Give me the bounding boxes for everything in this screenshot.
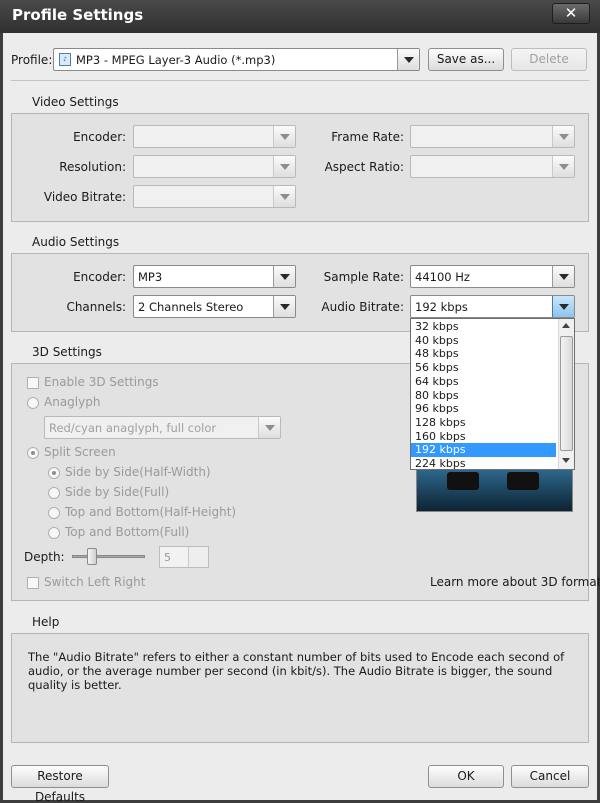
preview-shape (447, 472, 479, 490)
sample-rate-label: Sample Rate: (323, 270, 404, 284)
top-half-label: Top and Bottom(Half-Height) (65, 505, 237, 519)
learn-more-link[interactable]: Learn more about 3D format (430, 575, 600, 589)
audio-encoder-label: Encoder: (73, 270, 126, 284)
profile-select[interactable]: ♪ MP3 - MPEG Layer-3 Audio (*.mp3) (53, 48, 420, 71)
side-full-radio[interactable] (48, 487, 60, 499)
dropdown-option[interactable]: 128 kbps (411, 416, 556, 430)
profile-value: MP3 - MPEG Layer-3 Audio (*.mp3) (76, 53, 276, 67)
video-settings-title: Video Settings (32, 95, 119, 109)
chevron-down-icon (552, 156, 574, 177)
audio-bitrate-label: Audio Bitrate: (321, 300, 404, 314)
sample-rate-value: 44100 Hz (415, 270, 470, 284)
split-screen-radio[interactable] (27, 447, 39, 459)
3d-settings-title: 3D Settings (32, 345, 102, 359)
anaglyph-radio[interactable] (27, 397, 39, 409)
spin-down-icon[interactable] (188, 557, 208, 567)
anaglyph-label: Anaglyph (44, 395, 101, 409)
preview-shape (507, 472, 539, 490)
dropdown-option[interactable]: 40 kbps (411, 334, 556, 348)
audio-bitrate-select[interactable]: 192 kbps (410, 295, 575, 318)
spin-up-icon[interactable] (188, 547, 208, 557)
top-half-radio[interactable] (48, 507, 60, 519)
resolution-select[interactable] (133, 155, 296, 178)
dropdown-option[interactable]: 160 kbps (411, 430, 556, 444)
delete-button[interactable]: Delete (511, 48, 587, 71)
split-screen-label: Split Screen (44, 445, 116, 459)
audio-bitrate-value: 192 kbps (415, 300, 468, 314)
video-encoder-select[interactable] (133, 125, 296, 148)
top-full-label: Top and Bottom(Full) (65, 525, 190, 539)
aspect-ratio-label: Aspect Ratio: (324, 160, 404, 174)
side-full-label: Side by Side(Full) (65, 485, 170, 499)
channels-label: Channels: (66, 300, 126, 314)
close-icon: ✕ (564, 4, 578, 22)
audio-settings-title: Audio Settings (32, 235, 120, 249)
channels-select[interactable]: 2 Channels Stereo (133, 295, 296, 318)
enable-3d-checkbox[interactable] (27, 377, 39, 389)
chevron-down-icon (273, 156, 295, 177)
switch-left-right-checkbox[interactable] (27, 577, 39, 589)
frame-rate-label: Frame Rate: (331, 130, 404, 144)
audio-encoder-value: MP3 (138, 270, 163, 284)
depth-slider-track[interactable] (72, 555, 145, 558)
dropdown-option[interactable]: 192 kbps (411, 443, 556, 457)
profile-label: Profile: (11, 53, 53, 67)
depth-spinner[interactable]: 5 (159, 546, 209, 568)
close-button[interactable]: ✕ (552, 3, 590, 24)
chevron-down-icon (273, 296, 295, 317)
video-encoder-label: Encoder: (73, 130, 126, 144)
depth-slider-thumb[interactable] (87, 548, 97, 565)
audio-encoder-select[interactable]: MP3 (133, 265, 296, 288)
depth-label: Depth: (24, 550, 65, 564)
chevron-down-icon (258, 417, 280, 438)
dropdown-option[interactable]: 32 kbps (411, 320, 556, 334)
help-text: The "Audio Bitrate" refers to either a c… (28, 650, 565, 692)
window-title: Profile Settings (12, 6, 144, 24)
title-bar: Profile Settings ✕ (0, 0, 600, 33)
chevron-down-icon[interactable] (397, 49, 419, 70)
aspect-ratio-select[interactable] (410, 155, 575, 178)
anaglyph-select[interactable]: Red/cyan anaglyph, full color (44, 416, 281, 439)
save-as-button[interactable]: Save as... (428, 48, 504, 71)
help-title: Help (32, 615, 60, 629)
side-half-label: Side by Side(Half-Width) (65, 465, 211, 479)
dropdown-option[interactable]: 80 kbps (411, 389, 556, 403)
audio-bitrate-dropdown[interactable]: 32 kbps 40 kbps 48 kbps 56 kbps 64 kbps 80 kb… (410, 318, 575, 470)
scroll-down-icon[interactable] (559, 453, 574, 468)
enable-3d-label: Enable 3D Settings (44, 375, 159, 389)
dropdown-option[interactable]: 64 kbps (411, 375, 556, 389)
ok-button[interactable]: OK (428, 765, 504, 788)
scroll-up-icon[interactable] (559, 319, 574, 334)
mp3-file-icon: ♪ (59, 53, 71, 66)
cancel-button[interactable]: Cancel (511, 765, 589, 788)
dropdown-scrollbar[interactable] (558, 319, 574, 469)
restore-defaults-button[interactable]: Restore Defaults (11, 765, 109, 803)
dropdown-option[interactable]: 48 kbps (411, 347, 556, 361)
chevron-down-icon (273, 186, 295, 207)
chevron-down-icon (552, 266, 574, 287)
divider (11, 80, 589, 81)
dropdown-list: 32 kbps 40 kbps 48 kbps 56 kbps 64 kbps 80 kb… (411, 319, 558, 471)
depth-value: 5 (164, 551, 171, 564)
dropdown-option[interactable]: 224 kbps (411, 457, 556, 471)
side-half-radio[interactable] (48, 467, 60, 479)
chevron-down-icon (552, 296, 574, 317)
3d-preview-image (416, 467, 573, 512)
switch-left-right-label: Switch Left Right (44, 575, 146, 589)
channels-value: 2 Channels Stereo (138, 300, 244, 314)
scroll-thumb[interactable] (560, 336, 573, 451)
chevron-down-icon (273, 266, 295, 287)
sample-rate-select[interactable]: 44100 Hz (410, 265, 575, 288)
dropdown-option[interactable]: 96 kbps (411, 402, 556, 416)
frame-rate-select[interactable] (410, 125, 575, 148)
chevron-down-icon (273, 126, 295, 147)
video-bitrate-label: Video Bitrate: (43, 190, 126, 204)
dropdown-option[interactable]: 56 kbps (411, 361, 556, 375)
resolution-label: Resolution: (59, 160, 126, 174)
chevron-down-icon (552, 126, 574, 147)
video-bitrate-select[interactable] (133, 185, 296, 208)
top-full-radio[interactable] (48, 527, 60, 539)
anaglyph-value: Red/cyan anaglyph, full color (49, 421, 217, 435)
